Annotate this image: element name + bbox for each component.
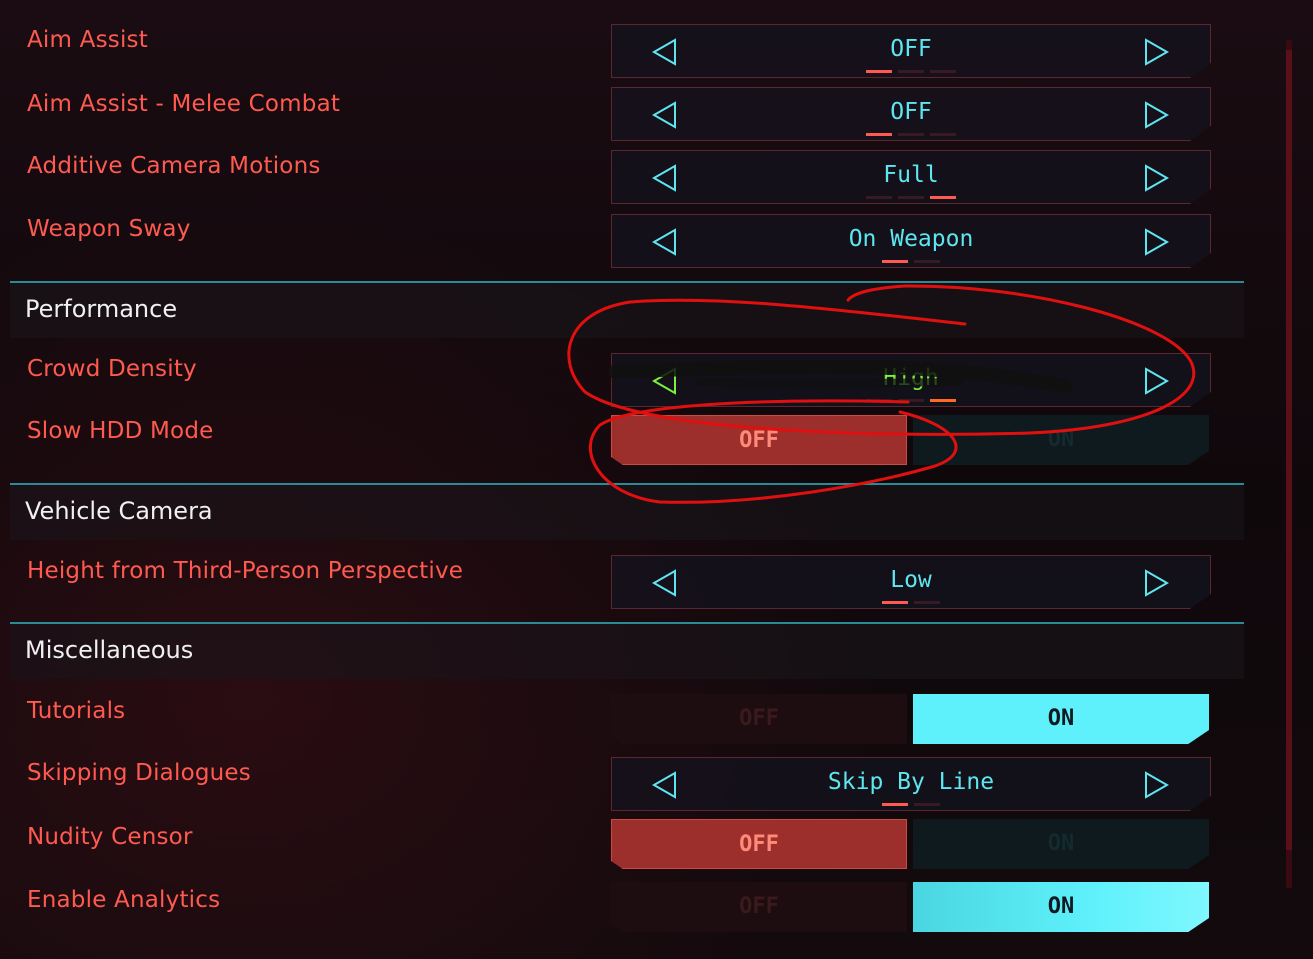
selector-value: OFF (890, 99, 932, 125)
slow-hdd-on-button[interactable]: ON (913, 415, 1209, 465)
tutorials-toggle[interactable]: OFF ON (611, 694, 1209, 744)
selector-value: Skip By Line (827, 769, 995, 795)
arrow-right-icon[interactable] (1144, 164, 1170, 192)
scrollbar-thumb[interactable] (1286, 50, 1292, 850)
setting-label-slow-hdd: Slow HDD Mode (27, 418, 214, 444)
scrollbar[interactable] (1286, 40, 1292, 888)
slow-hdd-off-button[interactable]: OFF (611, 415, 907, 465)
setting-label-tutorials: Tutorials (27, 698, 126, 724)
setting-label-height-third-person: Height from Third-Person Perspective (27, 558, 464, 584)
tutorials-off-button[interactable]: OFF (611, 694, 907, 744)
selector-value: Full (883, 162, 939, 188)
setting-label-camera-motions: Additive Camera Motions (27, 153, 321, 179)
analytics-toggle[interactable]: OFF ON (611, 882, 1209, 932)
arrow-right-icon[interactable] (1144, 367, 1170, 395)
selector-value: On Weapon (848, 226, 974, 252)
slow-hdd-toggle[interactable]: OFF ON (611, 415, 1209, 465)
section-title: Vehicle Camera (25, 497, 213, 525)
tutorials-on-button[interactable]: ON (913, 694, 1209, 744)
setting-label-aim-assist-melee: Aim Assist - Melee Combat (27, 91, 341, 117)
analytics-off-button[interactable]: OFF (611, 882, 907, 932)
option-indicator (612, 70, 1210, 73)
selector-value: OFF (890, 36, 932, 62)
section-title: Performance (25, 295, 178, 323)
option-indicator (612, 260, 1210, 263)
nudity-censor-toggle[interactable]: OFF ON (611, 819, 1209, 869)
camera-motions-selector[interactable]: Full (611, 150, 1211, 204)
analytics-on-button[interactable]: ON (913, 882, 1209, 932)
section-performance: Performance (10, 281, 1244, 338)
weapon-sway-selector[interactable]: On Weapon (611, 214, 1211, 268)
aim-assist-melee-selector[interactable]: OFF (611, 87, 1211, 141)
option-indicator (612, 133, 1210, 136)
setting-label-skipping-dialogues: Skipping Dialogues (27, 760, 251, 786)
section-vehicle-camera: Vehicle Camera (10, 483, 1244, 540)
option-indicator (612, 196, 1210, 199)
selector-value: Low (890, 567, 932, 593)
aim-assist-selector[interactable]: OFF (611, 24, 1211, 78)
section-title: Miscellaneous (25, 636, 194, 664)
setting-label-crowd-density: Crowd Density (27, 356, 197, 382)
option-indicator (612, 399, 1210, 402)
nudity-off-button[interactable]: OFF (611, 819, 907, 869)
arrow-right-icon[interactable] (1144, 569, 1170, 597)
setting-label-nudity-censor: Nudity Censor (27, 824, 193, 850)
option-indicator (612, 803, 1210, 806)
nudity-on-button[interactable]: ON (913, 819, 1209, 869)
height-selector[interactable]: Low (611, 555, 1211, 609)
skipping-dialogues-selector[interactable]: Skip By Line (611, 757, 1211, 811)
arrow-right-icon[interactable] (1144, 228, 1170, 256)
section-miscellaneous: Miscellaneous (10, 622, 1244, 679)
arrow-right-icon[interactable] (1144, 101, 1170, 129)
option-indicator (612, 601, 1210, 604)
background (0, 0, 1313, 959)
crowd-density-selector[interactable]: High (611, 353, 1211, 407)
arrow-right-icon[interactable] (1144, 38, 1170, 66)
arrow-right-icon[interactable] (1144, 771, 1170, 799)
setting-label-aim-assist: Aim Assist (27, 27, 148, 53)
selector-value: High (883, 365, 939, 391)
setting-label-weapon-sway: Weapon Sway (27, 216, 191, 242)
setting-label-enable-analytics: Enable Analytics (27, 887, 221, 913)
